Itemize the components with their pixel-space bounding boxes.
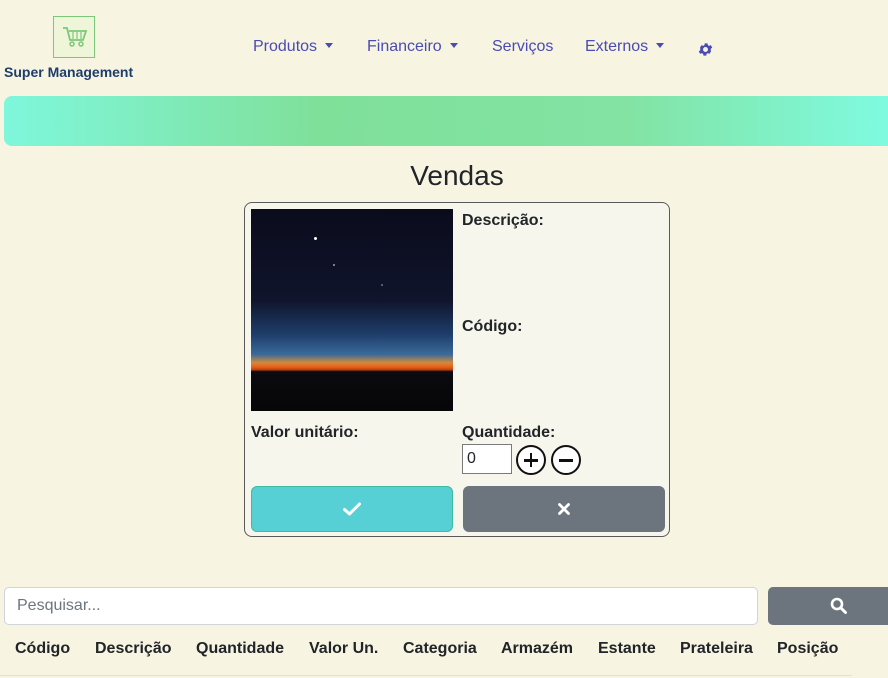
quantity-input[interactable] [462,444,512,474]
check-icon [343,502,361,516]
cancel-sale-button[interactable] [463,486,665,532]
column-header-quantidade[interactable]: Quantidade [196,640,284,658]
confirm-sale-button[interactable] [251,486,453,532]
column-header-prateleira[interactable]: Prateleira [680,640,753,658]
column-header-valor-un[interactable]: Valor Un. [309,640,378,658]
search-button[interactable] [768,587,888,625]
shopping-cart-logo-icon [53,16,95,58]
column-header-armazem[interactable]: Armazém [501,640,573,658]
decrement-quantity-button[interactable] [551,445,581,475]
nav-externos-label: Externos [585,38,649,55]
gear-icon[interactable] [697,41,714,63]
nav-servicos-label: Serviços [492,38,554,55]
star-icon [314,237,317,240]
product-image [251,209,453,411]
nav-externos-dropdown[interactable]: Externos [585,38,665,56]
plus-icon [529,453,533,467]
nav-servicos-link[interactable]: Serviços [492,38,553,56]
sales-table-header: Código Descrição Quantidade Valor Un. Ca… [0,640,852,676]
column-header-descricao[interactable]: Descrição [95,640,172,658]
caret-down-icon [325,43,334,48]
caret-down-icon [656,43,665,48]
search-icon [830,597,847,614]
nav-financeiro-label: Financeiro [367,38,442,55]
top-navbar: Super Management Produtos Financeiro Ser… [0,0,888,88]
code-label: Código: [462,318,523,335]
brand-logo[interactable]: Super Management [4,12,144,84]
brand-name: Super Management [4,64,134,80]
increment-quantity-button[interactable] [516,445,546,475]
page-title: Vendas [410,160,504,191]
star-icon [381,284,383,286]
column-header-posicao[interactable]: Posição [777,640,838,658]
nav-produtos-label: Produtos [253,38,318,55]
minus-icon [559,459,573,462]
search-input[interactable] [4,587,758,625]
nav-produtos-dropdown[interactable]: Produtos [253,38,334,56]
column-header-estante[interactable]: Estante [598,640,656,658]
description-label: Descrição: [462,212,544,229]
unit-value-label: Valor unitário: [251,424,359,441]
quantity-label: Quantidade: [462,424,556,441]
column-header-codigo[interactable]: Código [15,640,70,658]
column-header-categoria[interactable]: Categoria [403,640,477,658]
product-sale-card: Descrição: Código: Valor unitário: Quant… [244,202,670,537]
star-icon [333,264,335,266]
nav-financeiro-dropdown[interactable]: Financeiro [367,38,458,56]
header-banner [4,96,888,146]
close-icon [558,503,570,515]
caret-down-icon [449,43,458,48]
